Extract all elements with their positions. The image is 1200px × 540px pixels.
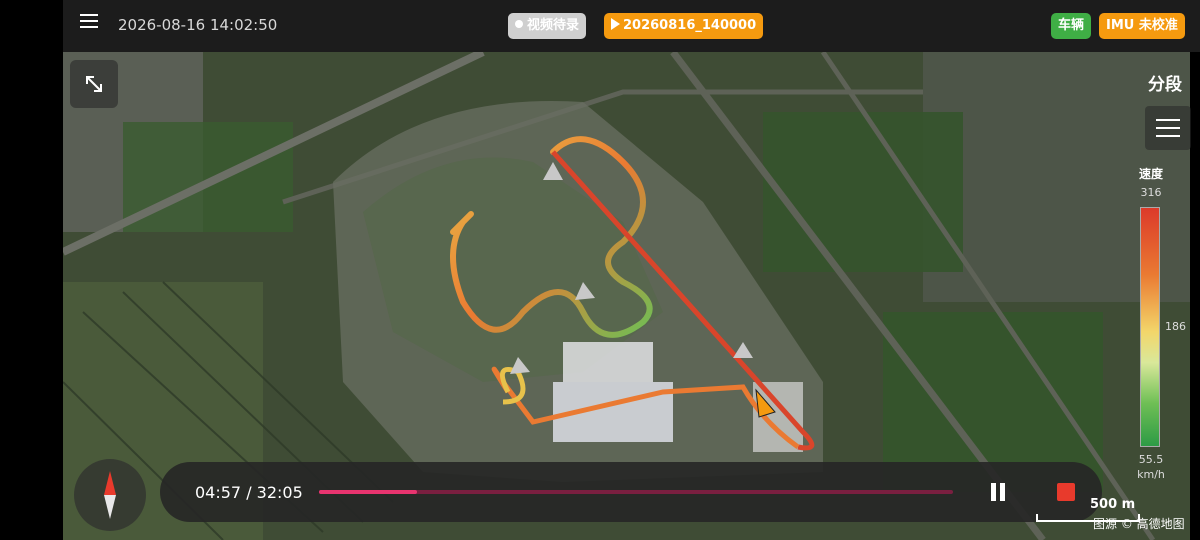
progress-fill (319, 490, 417, 494)
app-root: 2026-08-16 14:02:50 视频待录 20260816_140000… (0, 0, 1200, 540)
right-system-bar (1190, 0, 1200, 540)
pause-button[interactable] (988, 481, 1008, 503)
speed-legend-gradient (1140, 207, 1160, 447)
compass-button[interactable] (74, 459, 146, 531)
vehicle-button[interactable]: 车辆 (1051, 13, 1092, 39)
expand-button[interactable] (70, 60, 118, 108)
video-status-badge[interactable]: 视频待录 (508, 13, 587, 39)
video-status-text: 视频待录 (527, 18, 580, 33)
recording-name-text: 20260816_140000 (623, 18, 757, 33)
map-attribution: 图源 © 高德地图 (1093, 517, 1185, 531)
play-icon (611, 18, 620, 30)
speed-legend-title: 速度 (1138, 167, 1163, 181)
segment-button[interactable]: 分段 (1139, 70, 1191, 95)
record-dot-icon (515, 20, 523, 28)
list-icon (1156, 119, 1180, 121)
stop-button[interactable] (1057, 483, 1075, 501)
speed-legend-unit: km/h (1137, 468, 1165, 481)
imu-status-button[interactable]: IMU 未校准 (1099, 13, 1185, 39)
list-button[interactable] (1145, 106, 1191, 150)
compass-icon (104, 471, 116, 519)
speed-legend-min: 55.5 (1138, 453, 1164, 466)
speed-legend-mid: 186 (1165, 320, 1186, 333)
progress-slider[interactable] (319, 490, 953, 494)
menu-icon[interactable] (80, 14, 98, 32)
speed-legend-max: 316 (1140, 186, 1162, 199)
playback-time: 04:57 / 32:05 (195, 483, 303, 502)
pause-icon (991, 483, 996, 501)
left-system-bar (0, 0, 63, 540)
expand-icon (86, 76, 102, 92)
recording-name-badge[interactable]: 20260816_140000 (604, 13, 764, 39)
datetime-label: 2026-08-16 14:02:50 (118, 16, 278, 34)
scale-label: 500 m (1090, 497, 1136, 512)
